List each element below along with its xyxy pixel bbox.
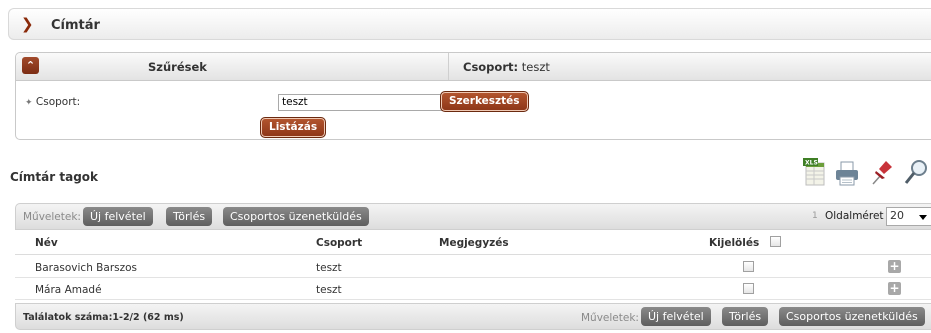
delete-button[interactable]: Törlés	[722, 307, 769, 326]
column-name[interactable]: Név	[35, 237, 58, 249]
group-field-label-text: Csoport:	[35, 96, 81, 108]
table-toolbar: Műveletek: Új felvétel Törlés Csoportos …	[15, 203, 931, 230]
row-group: teszt	[316, 262, 342, 274]
members-section-title: Címtár tagok	[10, 170, 99, 184]
filter-panel: ⌃ Szűrések Csoport: teszt ✦ Csoport: tes…	[15, 52, 931, 140]
row-checkbox[interactable]	[743, 261, 754, 272]
new-entry-button[interactable]: Új felvétel	[83, 207, 153, 226]
table-header: Név Csoport Megjegyzés Kijelölés	[15, 231, 931, 255]
table-row: Barasovich Barszos teszt +	[15, 257, 931, 278]
row-checkbox[interactable]	[743, 283, 754, 294]
print-icon[interactable]	[834, 157, 860, 187]
group-select-value: teszt	[282, 96, 308, 108]
column-select: Kijelölés	[709, 237, 760, 249]
group-summary-label: Csoport:	[463, 60, 519, 74]
row-name: Mára Amadé	[35, 284, 102, 296]
column-note[interactable]: Megjegyzés	[439, 237, 509, 249]
diamond-icon: ✦	[25, 98, 33, 108]
operations-label: Műveletek:	[23, 211, 81, 223]
expand-plus-icon[interactable]: +	[888, 282, 901, 295]
page-title: Címtár	[51, 18, 100, 33]
chevron-right-icon: ❯	[21, 15, 34, 33]
group-message-button[interactable]: Csoportos üzenetküldés	[223, 207, 369, 226]
excel-export-icon[interactable]: XLS	[802, 157, 828, 187]
result-count: Találatok száma:1-2/2 (62 ms)	[23, 312, 184, 323]
page-size-value: 20	[890, 209, 904, 222]
table-row: Mára Amadé teszt +	[15, 279, 931, 300]
row-name: Barasovich Barszos	[35, 262, 138, 274]
row-group: teszt	[316, 284, 342, 296]
dropdown-arrow-icon	[919, 215, 927, 220]
expand-plus-icon[interactable]: +	[888, 260, 901, 273]
delete-button[interactable]: Törlés	[166, 207, 213, 226]
filter-header: ⌃ Szűrések Csoport: teszt	[16, 53, 931, 81]
svg-text:XLS: XLS	[805, 160, 818, 167]
group-summary-value: teszt	[521, 60, 550, 74]
collapse-filters-button[interactable]: ⌃	[22, 57, 39, 74]
divider	[448, 53, 449, 80]
group-message-button[interactable]: Csoportos üzenetküldés	[779, 307, 925, 326]
edit-button[interactable]: Szerkesztés	[440, 91, 529, 112]
filter-toggle-label[interactable]: Szűrések	[148, 60, 207, 74]
operations-label: Műveletek:	[581, 312, 639, 324]
group-select[interactable]: teszt	[278, 94, 452, 111]
page-header: ❯ Címtár	[8, 8, 931, 40]
pin-icon[interactable]	[869, 157, 895, 187]
select-all-checkbox[interactable]	[770, 236, 781, 247]
list-button[interactable]: Listázás	[260, 117, 327, 138]
page-size-select[interactable]: 20	[886, 207, 931, 226]
new-entry-button[interactable]: Új felvétel	[641, 307, 711, 326]
table-footer: Találatok száma:1-2/2 (62 ms) Műveletek:…	[15, 303, 931, 330]
page-number[interactable]: 1	[812, 211, 818, 221]
group-summary: Csoport: teszt	[463, 60, 550, 74]
column-group[interactable]: Csoport	[316, 237, 362, 249]
page-size-label: Oldalméret	[825, 210, 884, 222]
group-field-label: ✦ Csoport:	[25, 96, 80, 108]
search-icon[interactable]	[903, 157, 929, 187]
